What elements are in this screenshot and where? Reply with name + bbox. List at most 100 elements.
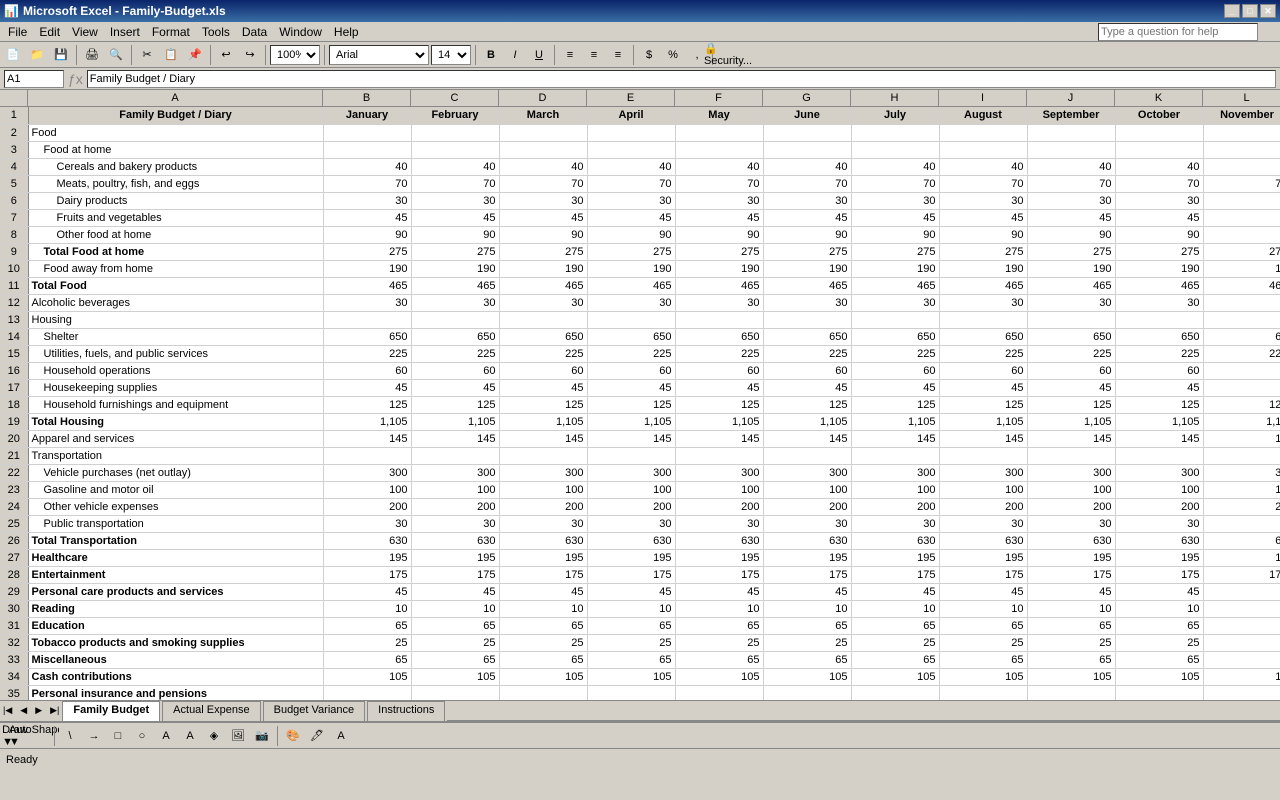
cell-j23[interactable]: 100 bbox=[1027, 481, 1115, 498]
cell-d32[interactable]: 25 bbox=[499, 634, 587, 651]
cut-button[interactable]: ✂ bbox=[136, 44, 158, 66]
cell-h4[interactable]: 40 bbox=[851, 158, 939, 175]
cell-i24[interactable]: 200 bbox=[939, 498, 1027, 515]
cell-j6[interactable]: 30 bbox=[1027, 192, 1115, 209]
cell-b24[interactable]: 200 bbox=[323, 498, 411, 515]
cell-f15[interactable]: 225 bbox=[675, 345, 763, 362]
cell-c29[interactable]: 45 bbox=[411, 583, 499, 600]
cell-h17[interactable]: 45 bbox=[851, 379, 939, 396]
cell-h6[interactable]: 30 bbox=[851, 192, 939, 209]
cell-h35[interactable] bbox=[851, 685, 939, 700]
cell-g30[interactable]: 10 bbox=[763, 600, 851, 617]
cell-l12[interactable]: 3 bbox=[1203, 294, 1280, 311]
currency-button[interactable]: $ bbox=[638, 44, 660, 66]
cell-k18[interactable]: 125 bbox=[1115, 396, 1203, 413]
cell-a9[interactable]: Total Food at home bbox=[28, 243, 323, 260]
cell-k20[interactable]: 145 bbox=[1115, 430, 1203, 447]
cell-l34[interactable]: 10 bbox=[1203, 668, 1280, 685]
cell-h31[interactable]: 65 bbox=[851, 617, 939, 634]
cell-f4[interactable]: 40 bbox=[675, 158, 763, 175]
cell-j2[interactable] bbox=[1027, 124, 1115, 141]
cell-a11[interactable]: Total Food bbox=[28, 277, 323, 294]
cell-i3[interactable] bbox=[939, 141, 1027, 158]
cell-a16[interactable]: Household operations bbox=[28, 362, 323, 379]
cell-h7[interactable]: 45 bbox=[851, 209, 939, 226]
tab-navigation[interactable]: |◀ ◀ ▶ ▶| bbox=[0, 704, 62, 719]
cell-h8[interactable]: 90 bbox=[851, 226, 939, 243]
cell-g7[interactable]: 45 bbox=[763, 209, 851, 226]
cell-d20[interactable]: 145 bbox=[499, 430, 587, 447]
cell-l31[interactable]: 6 bbox=[1203, 617, 1280, 634]
cell-k5[interactable]: 70 bbox=[1115, 175, 1203, 192]
cell-l26[interactable]: 63 bbox=[1203, 532, 1280, 549]
cell-g19[interactable]: 1,105 bbox=[763, 413, 851, 430]
cell-e19[interactable]: 1,105 bbox=[587, 413, 675, 430]
prev-tab-button[interactable]: ◀ bbox=[17, 704, 30, 717]
table-row[interactable]: 20Apparel and services145145145145145145… bbox=[0, 430, 1280, 447]
open-button[interactable]: 📁 bbox=[26, 44, 48, 66]
cell-h16[interactable]: 60 bbox=[851, 362, 939, 379]
cell-f23[interactable]: 100 bbox=[675, 481, 763, 498]
cell-g8[interactable]: 90 bbox=[763, 226, 851, 243]
cell-d2[interactable] bbox=[499, 124, 587, 141]
cell-d23[interactable]: 100 bbox=[499, 481, 587, 498]
cell-f16[interactable]: 60 bbox=[675, 362, 763, 379]
cell-l33[interactable]: 6 bbox=[1203, 651, 1280, 668]
cell-l35[interactable] bbox=[1203, 685, 1280, 700]
cell-e31[interactable]: 65 bbox=[587, 617, 675, 634]
cell-e26[interactable]: 630 bbox=[587, 532, 675, 549]
table-row[interactable]: 2Food bbox=[0, 124, 1280, 141]
cell-d3[interactable] bbox=[499, 141, 587, 158]
cell-k13[interactable] bbox=[1115, 311, 1203, 328]
table-row[interactable]: 35Personal insurance and pensions bbox=[0, 685, 1280, 700]
cell-c3[interactable] bbox=[411, 141, 499, 158]
cell-j19[interactable]: 1,105 bbox=[1027, 413, 1115, 430]
cell-h29[interactable]: 45 bbox=[851, 583, 939, 600]
cell-l17[interactable]: 4 bbox=[1203, 379, 1280, 396]
cell-i1[interactable]: August bbox=[939, 107, 1027, 124]
cell-b32[interactable]: 25 bbox=[323, 634, 411, 651]
cell-i10[interactable]: 190 bbox=[939, 260, 1027, 277]
cell-c17[interactable]: 45 bbox=[411, 379, 499, 396]
cell-e11[interactable]: 465 bbox=[587, 277, 675, 294]
cell-f8[interactable]: 90 bbox=[675, 226, 763, 243]
cell-c30[interactable]: 10 bbox=[411, 600, 499, 617]
cell-g33[interactable]: 65 bbox=[763, 651, 851, 668]
cell-d22[interactable]: 300 bbox=[499, 464, 587, 481]
cell-i17[interactable]: 45 bbox=[939, 379, 1027, 396]
cell-a10[interactable]: Food away from home bbox=[28, 260, 323, 277]
cell-c24[interactable]: 200 bbox=[411, 498, 499, 515]
bold-button[interactable]: B bbox=[480, 44, 502, 66]
col-header-b[interactable]: B bbox=[323, 90, 411, 106]
cell-g17[interactable]: 45 bbox=[763, 379, 851, 396]
cell-f24[interactable]: 200 bbox=[675, 498, 763, 515]
cell-g28[interactable]: 175 bbox=[763, 566, 851, 583]
align-left-button[interactable]: ≡ bbox=[559, 44, 581, 66]
cell-b10[interactable]: 190 bbox=[323, 260, 411, 277]
cell-d7[interactable]: 45 bbox=[499, 209, 587, 226]
cell-k25[interactable]: 30 bbox=[1115, 515, 1203, 532]
cell-b22[interactable]: 300 bbox=[323, 464, 411, 481]
cell-j34[interactable]: 105 bbox=[1027, 668, 1115, 685]
cell-k12[interactable]: 30 bbox=[1115, 294, 1203, 311]
cell-g13[interactable] bbox=[763, 311, 851, 328]
cell-g22[interactable]: 300 bbox=[763, 464, 851, 481]
cell-b17[interactable]: 45 bbox=[323, 379, 411, 396]
cell-k22[interactable]: 300 bbox=[1115, 464, 1203, 481]
cell-d10[interactable]: 190 bbox=[499, 260, 587, 277]
cell-b7[interactable]: 45 bbox=[323, 209, 411, 226]
cell-k3[interactable] bbox=[1115, 141, 1203, 158]
cell-f33[interactable]: 65 bbox=[675, 651, 763, 668]
cell-j18[interactable]: 125 bbox=[1027, 396, 1115, 413]
table-row[interactable]: 15Utilities, fuels, and public services2… bbox=[0, 345, 1280, 362]
cell-i5[interactable]: 70 bbox=[939, 175, 1027, 192]
cell-j11[interactable]: 465 bbox=[1027, 277, 1115, 294]
cell-b23[interactable]: 100 bbox=[323, 481, 411, 498]
cell-f14[interactable]: 650 bbox=[675, 328, 763, 345]
cell-a35[interactable]: Personal insurance and pensions bbox=[28, 685, 323, 700]
cell-b26[interactable]: 630 bbox=[323, 532, 411, 549]
cell-c5[interactable]: 70 bbox=[411, 175, 499, 192]
cell-e15[interactable]: 225 bbox=[587, 345, 675, 362]
autoshapes-button[interactable]: AutoShapes ▼ bbox=[28, 725, 50, 747]
cell-h10[interactable]: 190 bbox=[851, 260, 939, 277]
